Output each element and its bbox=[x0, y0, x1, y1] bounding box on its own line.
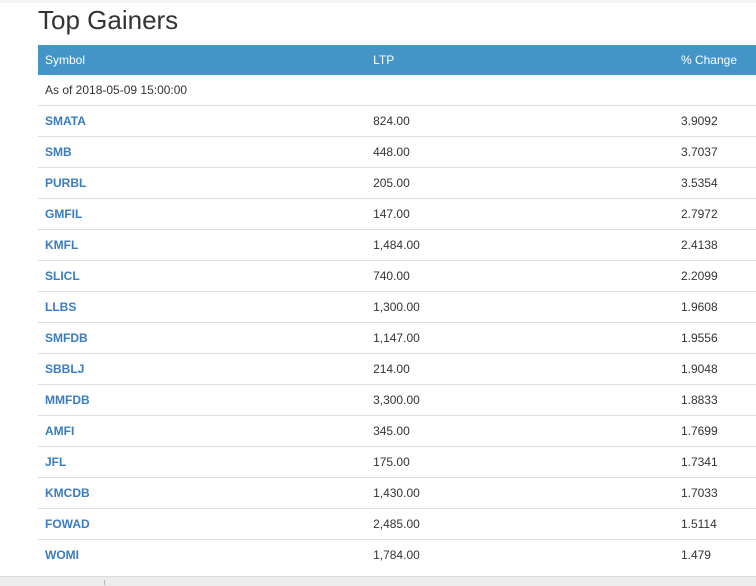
table-row: SMATA 824.00 3.9092 bbox=[38, 105, 756, 137]
symbol-cell: AMFI bbox=[38, 415, 367, 447]
symbol-link[interactable]: SLICL bbox=[45, 269, 80, 283]
ltp-cell: 824.00 bbox=[366, 105, 674, 137]
table-header-row: Symbol LTP % Change bbox=[38, 45, 756, 75]
change-cell: 1.9048 bbox=[673, 353, 756, 385]
column-header-change[interactable]: % Change bbox=[673, 45, 756, 75]
ltp-cell: 175.00 bbox=[366, 446, 674, 478]
symbol-cell: KMCDB bbox=[38, 477, 367, 509]
symbol-link[interactable]: MMFDB bbox=[45, 393, 90, 407]
symbol-cell: FOWAD bbox=[38, 508, 367, 540]
symbol-cell: SMB bbox=[38, 136, 367, 168]
table-row: SBBLJ 214.00 1.9048 bbox=[38, 353, 756, 385]
symbol-link[interactable]: GMFIL bbox=[45, 207, 82, 221]
table-row: MMFDB 3,300.00 1.8833 bbox=[38, 384, 756, 416]
table-row: SMB 448.00 3.7037 bbox=[38, 136, 756, 168]
symbol-link[interactable]: PURBL bbox=[45, 176, 86, 190]
ltp-cell: 1,484.00 bbox=[366, 229, 674, 261]
table-row: PURBL 205.00 3.5354 bbox=[38, 167, 756, 199]
symbol-link[interactable]: SMATA bbox=[45, 114, 86, 128]
table-row: KMFL 1,484.00 2.4138 bbox=[38, 229, 756, 261]
ltp-cell: 1,147.00 bbox=[366, 322, 674, 354]
change-cell: 1.5114 bbox=[673, 508, 756, 540]
symbol-link[interactable]: AMFI bbox=[45, 424, 74, 438]
symbol-cell: LLBS bbox=[38, 291, 367, 323]
symbol-link[interactable]: LLBS bbox=[45, 300, 76, 314]
ltp-cell: 2,485.00 bbox=[366, 508, 674, 540]
page-title: Top Gainers bbox=[38, 5, 179, 35]
symbol-link[interactable]: KMCDB bbox=[45, 486, 90, 500]
symbol-cell: GMFIL bbox=[38, 198, 367, 230]
symbol-cell: SLICL bbox=[38, 260, 367, 292]
symbol-cell: PURBL bbox=[38, 167, 367, 199]
symbol-link[interactable]: KMFL bbox=[45, 238, 78, 252]
table-row: SLICL 740.00 2.2099 bbox=[38, 260, 756, 292]
change-cell: 1.479 bbox=[673, 539, 756, 570]
symbol-cell: KMFL bbox=[38, 229, 367, 261]
table-row: WOMI 1,784.00 1.479 bbox=[38, 539, 756, 570]
as-of-timestamp: As of 2018-05-09 15:00:00 bbox=[45, 83, 188, 97]
change-cell: 1.7699 bbox=[673, 415, 756, 447]
ltp-cell: 147.00 bbox=[366, 198, 674, 230]
table-row: SMFDB 1,147.00 1.9556 bbox=[38, 322, 756, 354]
column-header-symbol[interactable]: Symbol bbox=[38, 45, 367, 75]
change-cell: 1.8833 bbox=[673, 384, 756, 416]
change-cell: 3.9092 bbox=[673, 105, 756, 137]
change-cell: 1.9556 bbox=[673, 322, 756, 354]
ltp-cell: 1,784.00 bbox=[366, 539, 674, 570]
as-of-row: As of 2018-05-09 15:00:00 bbox=[38, 75, 756, 106]
column-header-ltp[interactable]: LTP bbox=[366, 45, 674, 75]
table-row: FOWAD 2,485.00 1.5114 bbox=[38, 508, 756, 540]
scrollbar-tick bbox=[104, 580, 105, 585]
symbol-cell: SMFDB bbox=[38, 322, 367, 354]
symbol-link[interactable]: FOWAD bbox=[45, 517, 90, 531]
change-cell: 1.7341 bbox=[673, 446, 756, 478]
symbol-link[interactable]: SBBLJ bbox=[45, 362, 84, 376]
table-row: LLBS 1,300.00 1.9608 bbox=[38, 291, 756, 323]
table-row: AMFI 345.00 1.7699 bbox=[38, 415, 756, 447]
ltp-cell: 1,300.00 bbox=[366, 291, 674, 323]
symbol-cell: WOMI bbox=[38, 539, 367, 570]
change-cell: 2.7972 bbox=[673, 198, 756, 230]
symbol-cell: SMATA bbox=[38, 105, 367, 137]
ltp-cell: 448.00 bbox=[366, 136, 674, 168]
change-cell: 2.2099 bbox=[673, 260, 756, 292]
ltp-cell: 1,430.00 bbox=[366, 477, 674, 509]
change-cell: 1.7033 bbox=[673, 477, 756, 509]
top-edge bbox=[0, 0, 756, 3]
table-row: GMFIL 147.00 2.7972 bbox=[38, 198, 756, 230]
symbol-cell: MMFDB bbox=[38, 384, 367, 416]
top-gainers-table: Symbol LTP % Change As of 2018-05-09 15:… bbox=[38, 45, 756, 570]
symbol-cell: JFL bbox=[38, 446, 367, 478]
change-cell: 3.7037 bbox=[673, 136, 756, 168]
symbol-link[interactable]: WOMI bbox=[45, 548, 79, 562]
symbol-link[interactable]: SMB bbox=[45, 145, 72, 159]
table-row: KMCDB 1,430.00 1.7033 bbox=[38, 477, 756, 509]
change-cell: 3.5354 bbox=[673, 167, 756, 199]
symbol-link[interactable]: JFL bbox=[45, 455, 66, 469]
table-row: JFL 175.00 1.7341 bbox=[38, 446, 756, 478]
ltp-cell: 345.00 bbox=[366, 415, 674, 447]
change-cell: 1.9608 bbox=[673, 291, 756, 323]
ltp-cell: 3,300.00 bbox=[366, 384, 674, 416]
symbol-link[interactable]: SMFDB bbox=[45, 331, 88, 345]
symbol-cell: SBBLJ bbox=[38, 353, 367, 385]
ltp-cell: 214.00 bbox=[366, 353, 674, 385]
change-cell: 2.4138 bbox=[673, 229, 756, 261]
ltp-cell: 205.00 bbox=[366, 167, 674, 199]
ltp-cell: 740.00 bbox=[366, 260, 674, 292]
